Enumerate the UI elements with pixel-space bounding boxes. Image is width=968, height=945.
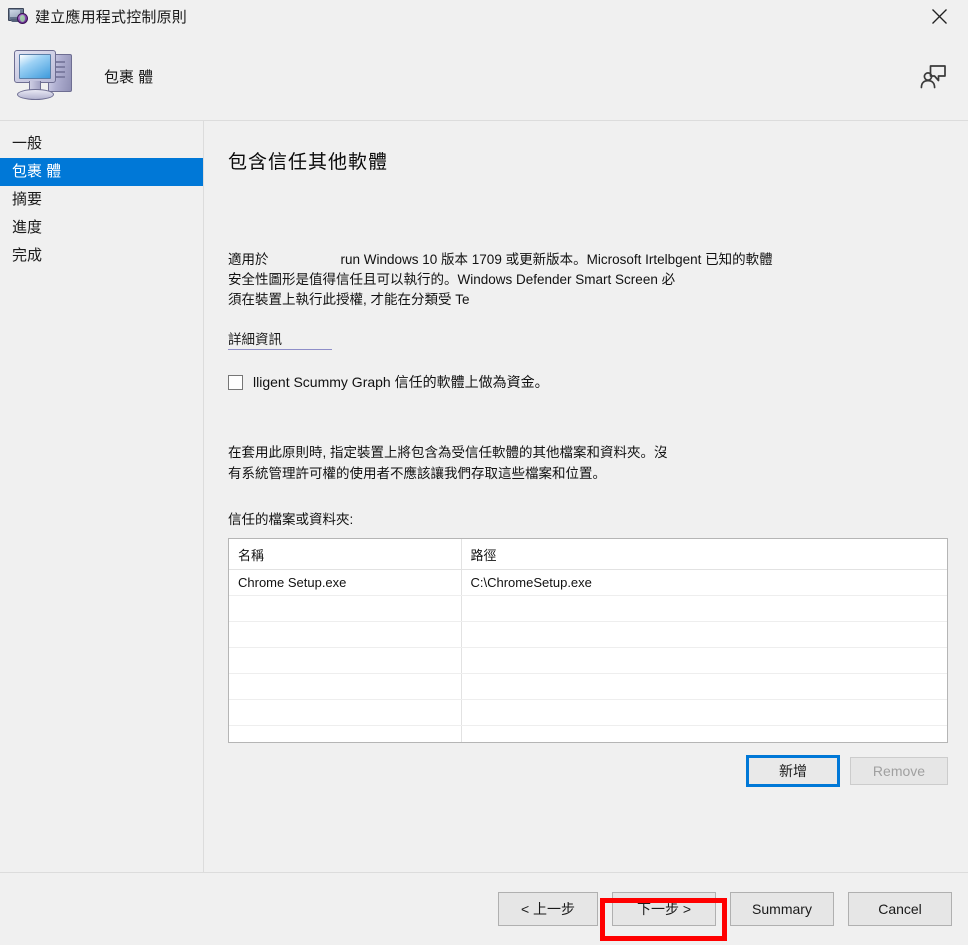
wizard-step-nav: 一般 包裹 體 摘要 進度 完成 — [0, 121, 204, 872]
cell-name — [229, 699, 461, 726]
add-button[interactable]: 新增 — [746, 755, 840, 787]
sidebar-item-completion[interactable]: 完成 — [0, 242, 203, 270]
feedback-person-icon — [920, 65, 946, 89]
column-header-path[interactable]: 路徑 — [460, 539, 947, 570]
cell-path — [460, 647, 947, 674]
cell-name: Chrome Setup.exe — [229, 569, 461, 596]
intro-prefix: 適用於 — [228, 252, 269, 267]
page-title: 包含信任其他軟體 — [228, 152, 389, 173]
computer-globe-icon — [8, 7, 28, 25]
table-row[interactable] — [229, 595, 947, 622]
cell-path — [460, 673, 947, 700]
back-button[interactable]: < 上一步 — [498, 892, 598, 926]
table-action-buttons: 新增 Remove — [228, 755, 948, 787]
table-header-row: 名稱 路徑 — [229, 539, 947, 570]
intro-line3: 須在裝置上執行此授權, 才能在分類受 Te — [228, 292, 470, 307]
table-row[interactable]: Chrome Setup.exe C:\ChromeSetup.exe — [229, 569, 947, 596]
intro-line1-rest: run Windows 10 版本 1709 或更新版本。Microsoft I… — [340, 252, 773, 267]
sidebar-item-progress[interactable]: 進度 — [0, 214, 203, 242]
cell-name — [229, 725, 461, 742]
details-link[interactable]: 詳細資訊 — [228, 328, 332, 350]
trust-software-checkbox-label: lligent Scummy Graph 信任的軟體上做為資金。 — [253, 374, 549, 390]
cell-name — [229, 595, 461, 622]
policy-description-paragraph: 在套用此原則時, 指定裝置上將包含為受信任軟體的其他檔案和資料夾。沒 有系統管理… — [228, 442, 728, 484]
wizard-content: 包含信任其他軟體 適用於 run Windows 10 版本 1709 或更新版本… — [204, 121, 968, 872]
cell-path — [460, 725, 947, 742]
cancel-button[interactable]: Cancel — [848, 892, 952, 926]
table-row[interactable] — [229, 725, 947, 742]
sidebar-item-package[interactable]: 包裹 體 — [0, 158, 203, 186]
cell-path — [460, 699, 947, 726]
close-button[interactable] — [916, 0, 962, 32]
wizard-footer: < 上一步 下一步 > Summary Cancel — [0, 872, 968, 945]
table-row[interactable] — [229, 621, 947, 648]
trusted-files-table[interactable]: 名稱 路徑 Chrome Setup.exe C:\ChromeSetup.ex… — [228, 538, 948, 743]
create-app-control-policy-wizard: 建立應用程式控制原則 包裹 體 一般 包裹 體 摘要 進度 完成 包含信任其他軟… — [0, 0, 968, 945]
wizard-banner: 包裹 體 — [0, 32, 968, 120]
cell-name — [229, 621, 461, 648]
cell-path: C:\ChromeSetup.exe — [460, 569, 947, 596]
cell-path — [460, 595, 947, 622]
summary-button[interactable]: Summary — [730, 892, 834, 926]
trust-software-checkbox[interactable] — [228, 374, 243, 390]
cell-name — [229, 647, 461, 674]
column-header-name[interactable]: 名稱 — [229, 539, 461, 570]
intro-paragraph: 適用於 run Windows 10 版本 1709 或更新版本。Microsof… — [228, 250, 788, 310]
window-title: 建立應用程式控制原則 — [35, 8, 188, 26]
policy-description-line1: 在套用此原則時, 指定裝置上將包含為受信任軟體的其他檔案和資料夾。沒 — [228, 445, 668, 460]
banner-title: 包裹 體 — [104, 68, 154, 86]
wizard-body: 一般 包裹 體 摘要 進度 完成 包含信任其他軟體 適用於 run Windows… — [0, 120, 968, 872]
sidebar-item-general[interactable]: 一般 — [0, 130, 203, 158]
close-icon — [931, 8, 947, 24]
trusted-files-label: 信任的檔案或資料夾: — [228, 512, 354, 527]
table-row[interactable] — [229, 647, 947, 674]
details-link-row: 詳細資訊 — [228, 328, 948, 350]
next-button[interactable]: 下一步 > — [612, 892, 716, 926]
cell-path — [460, 621, 947, 648]
table-row[interactable] — [229, 673, 947, 700]
policy-description-line2: 有系統管理許可權的使用者不應該讓我們存取這些檔案和位置。 — [228, 466, 606, 481]
sidebar-item-summary[interactable]: 摘要 — [0, 186, 203, 214]
trust-software-checkbox-row[interactable]: lligent Scummy Graph 信任的軟體上做為資金。 — [228, 372, 948, 392]
feedback-button[interactable] — [916, 60, 950, 92]
table-row[interactable] — [229, 699, 947, 726]
cell-name — [229, 673, 461, 700]
computer-icon — [12, 48, 74, 104]
intro-line2: 安全性圖形是值得信任且可以執行的。Windows Defender Smart … — [228, 272, 676, 287]
remove-button: Remove — [850, 757, 948, 785]
title-bar: 建立應用程式控制原則 — [0, 0, 968, 32]
